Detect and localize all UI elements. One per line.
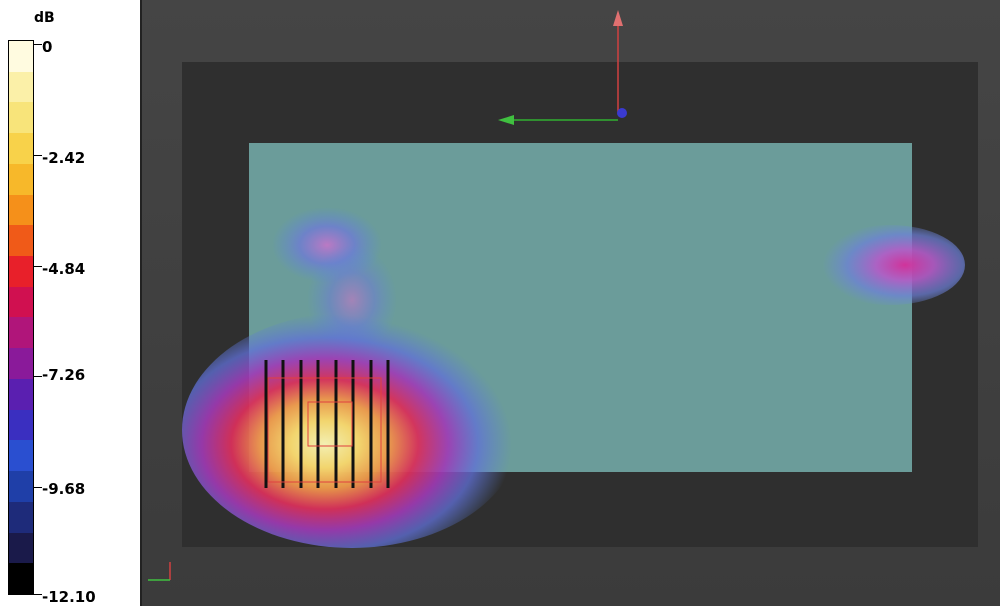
colorbar-segment	[9, 225, 33, 257]
colorbar-segment	[9, 71, 33, 103]
colorbar-segment	[9, 41, 33, 72]
legend-tick-label: -12.10	[42, 588, 96, 606]
colorbar-segment	[9, 409, 33, 441]
colorbar-segment	[9, 317, 33, 349]
legend-tick	[34, 594, 42, 595]
emission-heatmap-scene	[148, 10, 978, 581]
3d-viewport[interactable]	[140, 0, 1000, 606]
legend-tick-label: -7.26	[42, 366, 86, 384]
legend-tick	[34, 376, 42, 377]
legend-tick-label: -9.68	[42, 480, 86, 498]
colorbar-segment	[9, 194, 33, 226]
colorbar-segment	[9, 471, 33, 502]
hotspot-right	[815, 225, 965, 305]
legend-tick	[34, 44, 42, 45]
colorbar-segment	[9, 532, 33, 564]
corner-axis-icon	[148, 562, 171, 581]
legend-tick-label: -4.84	[42, 260, 86, 278]
colorbar-segment	[9, 286, 33, 318]
legend-tick	[34, 487, 42, 488]
colorbar-segment	[9, 102, 33, 134]
colorbar-segment	[9, 133, 33, 164]
legend-tick-label: -2.42	[42, 149, 86, 167]
color-legend: dB 0 -2.42 -4.84 -7.26 -9.68 -12.10	[0, 0, 140, 606]
colorbar-segment	[9, 163, 33, 195]
legend-colorbar	[8, 40, 34, 595]
colorbar-segment	[9, 440, 33, 472]
legend-unit-label: dB	[34, 10, 55, 26]
x-axis-dot-icon	[617, 108, 627, 118]
colorbar-segment	[9, 563, 33, 594]
colorbar-segment	[9, 501, 33, 533]
colorbar-segment	[9, 256, 33, 287]
z-axis-arrow-icon	[613, 10, 623, 26]
legend-tick-label: 0	[42, 38, 53, 56]
legend-tick	[34, 155, 42, 156]
legend-tick	[34, 266, 42, 267]
colorbar-segment	[9, 378, 33, 410]
colorbar-segment	[9, 348, 33, 379]
